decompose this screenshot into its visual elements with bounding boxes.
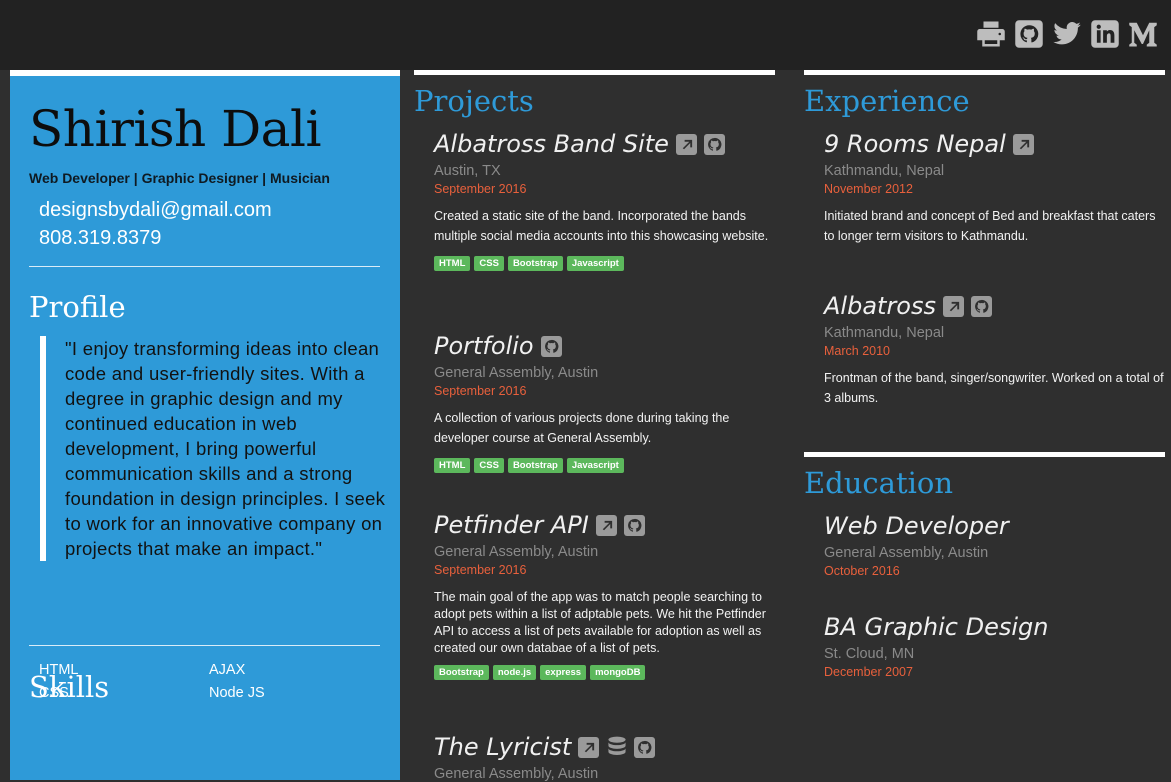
print-icon[interactable] [975,18,1007,50]
project-title: The Lyricist [434,732,774,762]
experience-description: Initiated brand and concept of Bed and b… [824,209,1156,243]
tech-tag: Javascript [566,256,624,271]
project-location: General Assembly, Austin [434,544,599,560]
contact-info: designsbydali@gmail.com 808.319.8379 [39,196,272,252]
tech-tag: Bootstrap [434,665,489,680]
project-title: Petfinder API [434,510,774,540]
experience-entry: Albatross Kathmandu, Nepal March 2010 Fr… [824,291,1164,408]
experience-location: Kathmandu, Nepal [824,325,945,341]
skills-list: HTML AJAX CSS Node JS [39,662,339,701]
divider [29,266,380,267]
experience-title: 9 Rooms Nepal [824,129,1164,159]
project-name: The Lyricist [434,733,572,761]
project-name: Petfinder API [434,511,589,539]
email-link[interactable]: designsbydali@gmail.com [39,196,272,224]
project-name: Portfolio [434,332,534,360]
profile-heading: Profile [29,290,126,324]
tech-tag: HTML [434,458,471,473]
tech-tags: Bootstrap node.js express mongoDB [434,665,774,680]
github-icon[interactable] [634,736,656,758]
projects-column: Projects Albatross Band Site Austin, TX … [414,70,775,782]
tech-tag: Bootstrap [507,256,563,271]
project-entry: Albatross Band Site Austin, TX September… [434,129,774,271]
experience-date: November 2012 [824,182,913,196]
column-divider-bar [804,452,1165,457]
education-name: BA Graphic Design [824,613,1049,641]
linkedin-icon[interactable] [1089,18,1121,50]
skill-item: Node JS [209,685,265,701]
external-link-icon[interactable] [943,295,964,317]
projects-heading: Projects [414,84,534,118]
social-links [975,18,1159,50]
project-date: September 2016 [434,563,527,577]
education-entry: Web Developer General Assembly, Austin O… [824,511,1164,578]
experience-title: Albatross [824,291,1164,321]
github-icon[interactable] [623,514,645,536]
tech-tag: Javascript [566,458,624,473]
profile-tagline: Web Developer | Graphic Designer | Music… [29,170,330,186]
experience-date: March 2010 [824,344,891,358]
education-title: Web Developer [824,511,1164,541]
project-entry: The Lyricist General Assembly, Austin [434,732,774,782]
external-link-icon[interactable] [675,133,697,155]
github-icon[interactable] [703,133,725,155]
skill-item: AJAX [209,662,246,678]
experience-name: Albatross [824,292,936,320]
project-description: Created a static site of the band. Incor… [434,209,769,243]
github-icon[interactable] [540,335,562,357]
tech-tag: CSS [474,458,504,473]
experience-name: 9 Rooms Nepal [824,130,1006,158]
twitter-icon[interactable] [1051,18,1083,50]
tech-tag: Bootstrap [507,458,563,473]
tech-tag: mongoDB [590,665,646,680]
external-link-icon[interactable] [1012,133,1034,155]
education-entry: BA Graphic Design St. Cloud, MN December… [824,612,1164,679]
education-date: October 2016 [824,564,900,578]
phone-link[interactable]: 808.319.8379 [39,224,272,252]
project-entry: Portfolio General Assembly, Austin Septe… [434,331,774,473]
education-location: General Assembly, Austin [824,545,989,561]
profile-quote: "I enjoy transforming ideas into clean c… [40,336,395,561]
experience-location: Kathmandu, Nepal [824,163,945,179]
column-top-bar [804,70,1165,75]
education-title: BA Graphic Design [824,612,1164,642]
experience-description: Frontman of the band, singer/songwriter.… [824,371,1164,405]
project-name: Albatross Band Site [434,130,669,158]
tech-tags: HTML CSS Bootstrap Javascript [434,256,774,271]
tech-tags: HTML CSS Bootstrap Javascript [434,458,774,473]
github-icon[interactable] [971,295,992,317]
project-title: Albatross Band Site [434,129,774,159]
education-location: St. Cloud, MN [824,646,915,662]
experience-column: Experience 9 Rooms Nepal Kathmandu, Nepa… [804,70,1165,780]
education-date: December 2007 [824,665,913,679]
divider [29,645,380,646]
skill-item: HTML [39,662,79,678]
tech-tag: HTML [434,256,471,271]
project-title: Portfolio [434,331,774,361]
project-location: General Assembly, Austin [434,365,599,381]
column-top-bar [414,70,775,75]
tech-tag: node.js [492,665,537,680]
project-description: The main goal of the app was to match pe… [434,590,766,655]
external-link-icon[interactable] [595,514,617,536]
education-heading: Education [804,466,954,500]
education-name: Web Developer [824,512,1009,540]
tech-tag: CSS [474,256,504,271]
top-bar [0,0,1171,70]
github-icon[interactable] [1013,18,1045,50]
profile-name: Shirish Dali [29,100,321,158]
project-description: A collection of various projects done du… [434,411,730,445]
database-icon[interactable] [606,735,627,759]
project-date: September 2016 [434,384,527,398]
project-entry: Petfinder API General Assembly, Austin S… [434,510,774,680]
project-date: September 2016 [434,182,527,196]
experience-heading: Experience [804,84,970,118]
project-location: Austin, TX [434,163,501,179]
external-link-icon[interactable] [578,736,600,758]
tech-tag: express [540,665,587,680]
medium-icon[interactable] [1127,18,1159,50]
experience-entry: 9 Rooms Nepal Kathmandu, Nepal November … [824,129,1164,246]
skill-item: CSS [39,685,69,701]
